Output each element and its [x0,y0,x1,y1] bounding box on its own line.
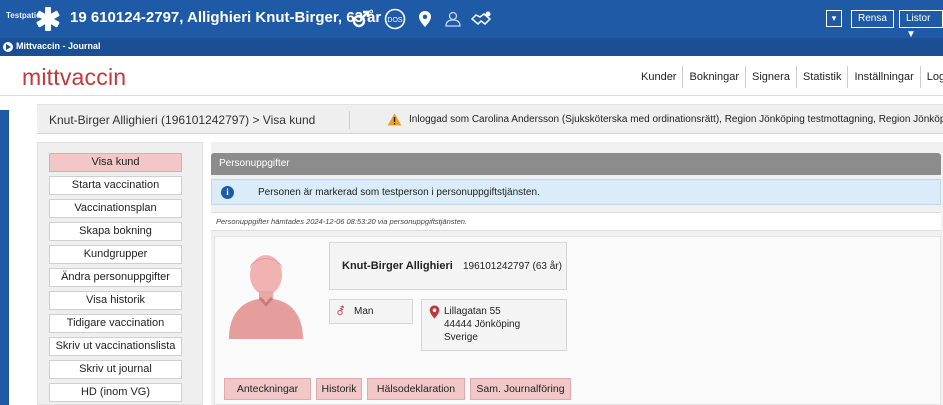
tab-anteckningar[interactable]: Anteckningar [224,378,311,400]
app-play-icon [3,42,13,52]
login-message: Inloggad som Carolina Andersson (Sjukskö… [409,114,943,125]
listor-button[interactable]: Listor ▼ [899,10,943,40]
person-name-box: Knut-Birger Allighieri 196101242797 (63 … [329,242,567,290]
sidebar-item-skriv-ut-vaccinationslista[interactable]: Skriv ut vaccinationslista [49,337,182,356]
person-address-box: Lillagatan 55 44444 Jönköping Sverige [421,299,567,351]
sidebar-item-visa-historik[interactable]: Visa historik [49,291,182,310]
nav-installningar[interactable]: Inställningar [847,66,919,88]
sidebar-item-skapa-bokning[interactable]: Skapa bokning [49,222,182,241]
sidebar-item-hd-inom-vg[interactable]: HD (inom VG) [49,383,182,402]
sidebar-item-kundgrupper[interactable]: Kundgrupper [49,245,182,264]
person-sex-box: ⚦ Man [329,299,413,324]
nav-statistik[interactable]: Statistik [795,66,848,88]
nav-logg[interactable]: Logg [919,66,943,88]
app-title-bar: Mittvaccin - Journal [0,38,943,56]
breadcrumb-path[interactable]: Knut-Birger Allighieri (196101242797) > … [49,113,315,127]
male-icon[interactable] [350,8,372,30]
nav-signera[interactable]: Signera [745,66,796,88]
tab-historik[interactable]: Historik [316,378,362,400]
person-name: Knut-Birger Allighieri [342,260,453,272]
user-outline-icon[interactable] [443,8,463,30]
panel-title: Personuppgifter [211,153,941,175]
person-pnr: 196101242797 (63 år) [463,261,562,272]
breadcrumb: Knut-Birger Allighieri (196101242797) > … [37,104,943,134]
mittvaccin-logo[interactable]: mittvaccin [22,64,126,91]
sidebar-item-vaccinationsplan[interactable]: Vaccinationsplan [49,199,182,218]
dos-label: DOS [387,17,403,24]
tab-sam-journalforing[interactable]: Sam. Journalföring [470,378,571,400]
info-icon: i [221,186,234,199]
app-title: Mittvaccin - Journal [16,41,101,51]
info-text: Personen är markerad som testperson i pe… [258,187,540,198]
banner-dropdown-button[interactable]: ▾ [826,10,842,27]
sidebar-item-visa-kund[interactable]: Visa kund [49,153,182,172]
star-of-life-icon [36,7,60,31]
personuppgifter-panel: Personuppgifter i Personen är markerad s… [211,142,943,405]
nav-bokningar[interactable]: Bokningar [682,66,745,88]
sidebar-item-tidigare-vaccination[interactable]: Tidigare vaccination [49,314,182,333]
patient-identity: 19 610124-2797, Allighieri Knut-Birger, … [70,9,382,26]
tab-halsodeklaration[interactable]: Hälsodeklaration [367,378,465,400]
handshake-icon[interactable] [469,8,493,30]
address-pin-icon [429,305,440,319]
avatar [229,255,303,339]
address-city: 44444 Jönköping [444,319,521,330]
patient-banner: Testpatient 19 610124-2797, Allighieri K… [0,0,943,40]
sidebar-item-starta-vaccination[interactable]: Starta vaccination [49,176,182,195]
rensa-button[interactable]: Rensa [851,10,894,28]
breadcrumb-divider [349,111,350,129]
main-nav: Kunder Bokningar Signera Statistik Instä… [635,66,943,88]
customer-sidebar: Visa kund Starta vaccination Vaccination… [37,142,203,405]
dos-icon[interactable]: DOS [384,8,406,30]
person-card: Knut-Birger Allighieri 196101242797 (63 … [214,236,941,405]
sidebar-item-skriv-ut-journal[interactable]: Skriv ut journal [49,360,182,379]
person-sex: Man [354,306,374,317]
fetched-timestamp: Personuppgifter hämtades 2024-12-06 08:5… [211,212,941,231]
sidebar-item-andra-personuppgifter[interactable]: Ändra personuppgifter [49,268,182,287]
address-country: Sverige [444,332,478,343]
warning-icon [387,113,402,126]
site-header: mittvaccin Kunder Bokningar Signera Stat… [0,56,943,96]
nav-kunder[interactable]: Kunder [635,66,682,88]
address-street: Lillagatan 55 [444,306,501,317]
testperson-info-alert: i Personen är markerad som testperson i … [211,179,941,205]
location-icon[interactable] [416,8,434,30]
gender-icon: ⚦ [336,306,346,318]
left-edge-bar [0,110,9,405]
